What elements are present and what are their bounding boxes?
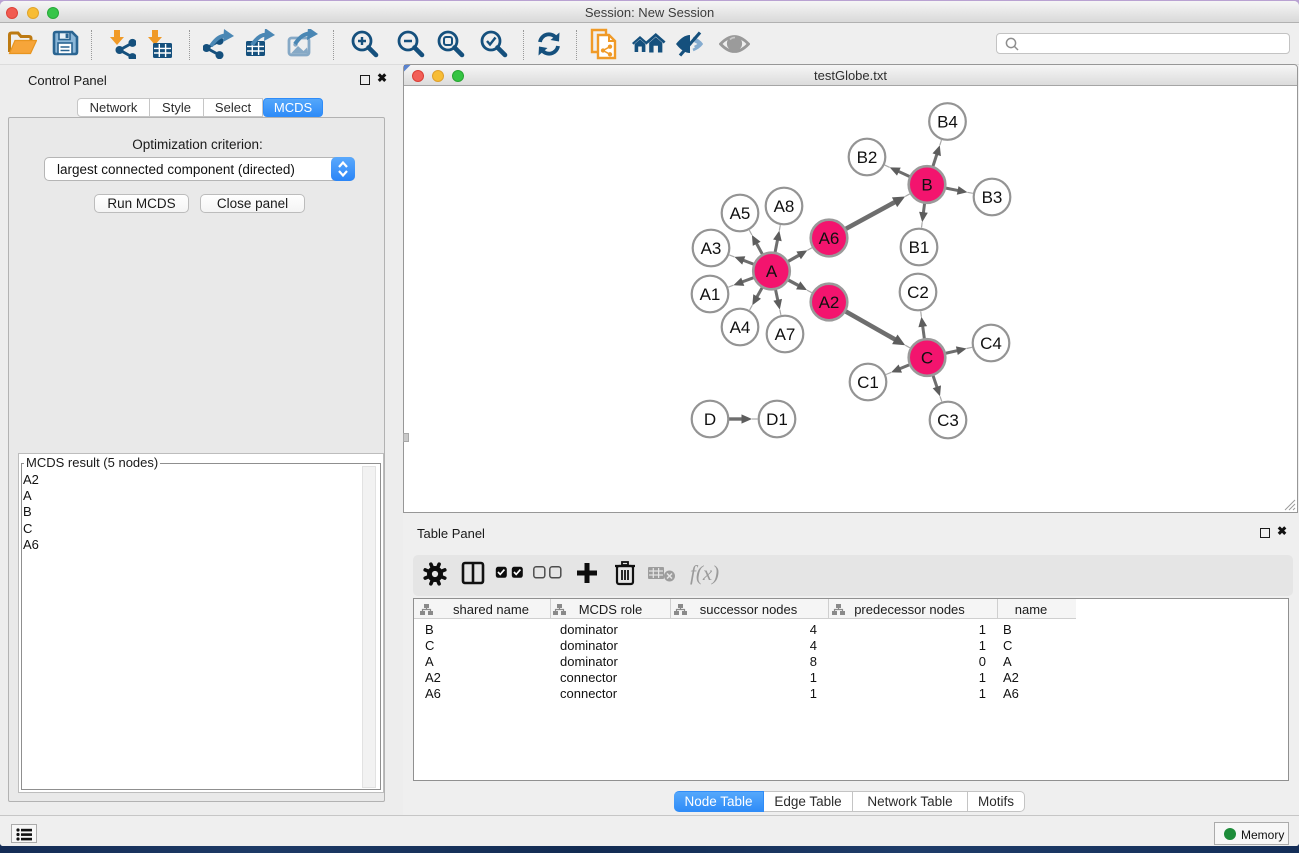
svg-text:B3: B3 [982,188,1003,207]
svg-text:A4: A4 [730,318,751,337]
svg-text:B2: B2 [857,148,878,167]
svg-text:B: B [921,176,932,195]
svg-text:A: A [766,262,778,281]
svg-text:A6: A6 [819,229,840,248]
svg-text:C: C [921,349,933,368]
svg-text:C3: C3 [937,411,959,430]
svg-text:A3: A3 [701,239,722,258]
svg-text:C1: C1 [857,373,879,392]
svg-text:A7: A7 [775,325,796,344]
svg-text:D1: D1 [766,410,788,429]
svg-text:A5: A5 [730,204,751,223]
svg-text:A1: A1 [700,285,721,304]
svg-text:B1: B1 [909,238,930,257]
svg-text:C4: C4 [980,334,1002,353]
svg-text:C2: C2 [907,283,929,302]
svg-text:B4: B4 [937,113,958,132]
svg-text:A2: A2 [819,293,840,312]
svg-text:D: D [704,410,716,429]
svg-text:A8: A8 [774,197,795,216]
